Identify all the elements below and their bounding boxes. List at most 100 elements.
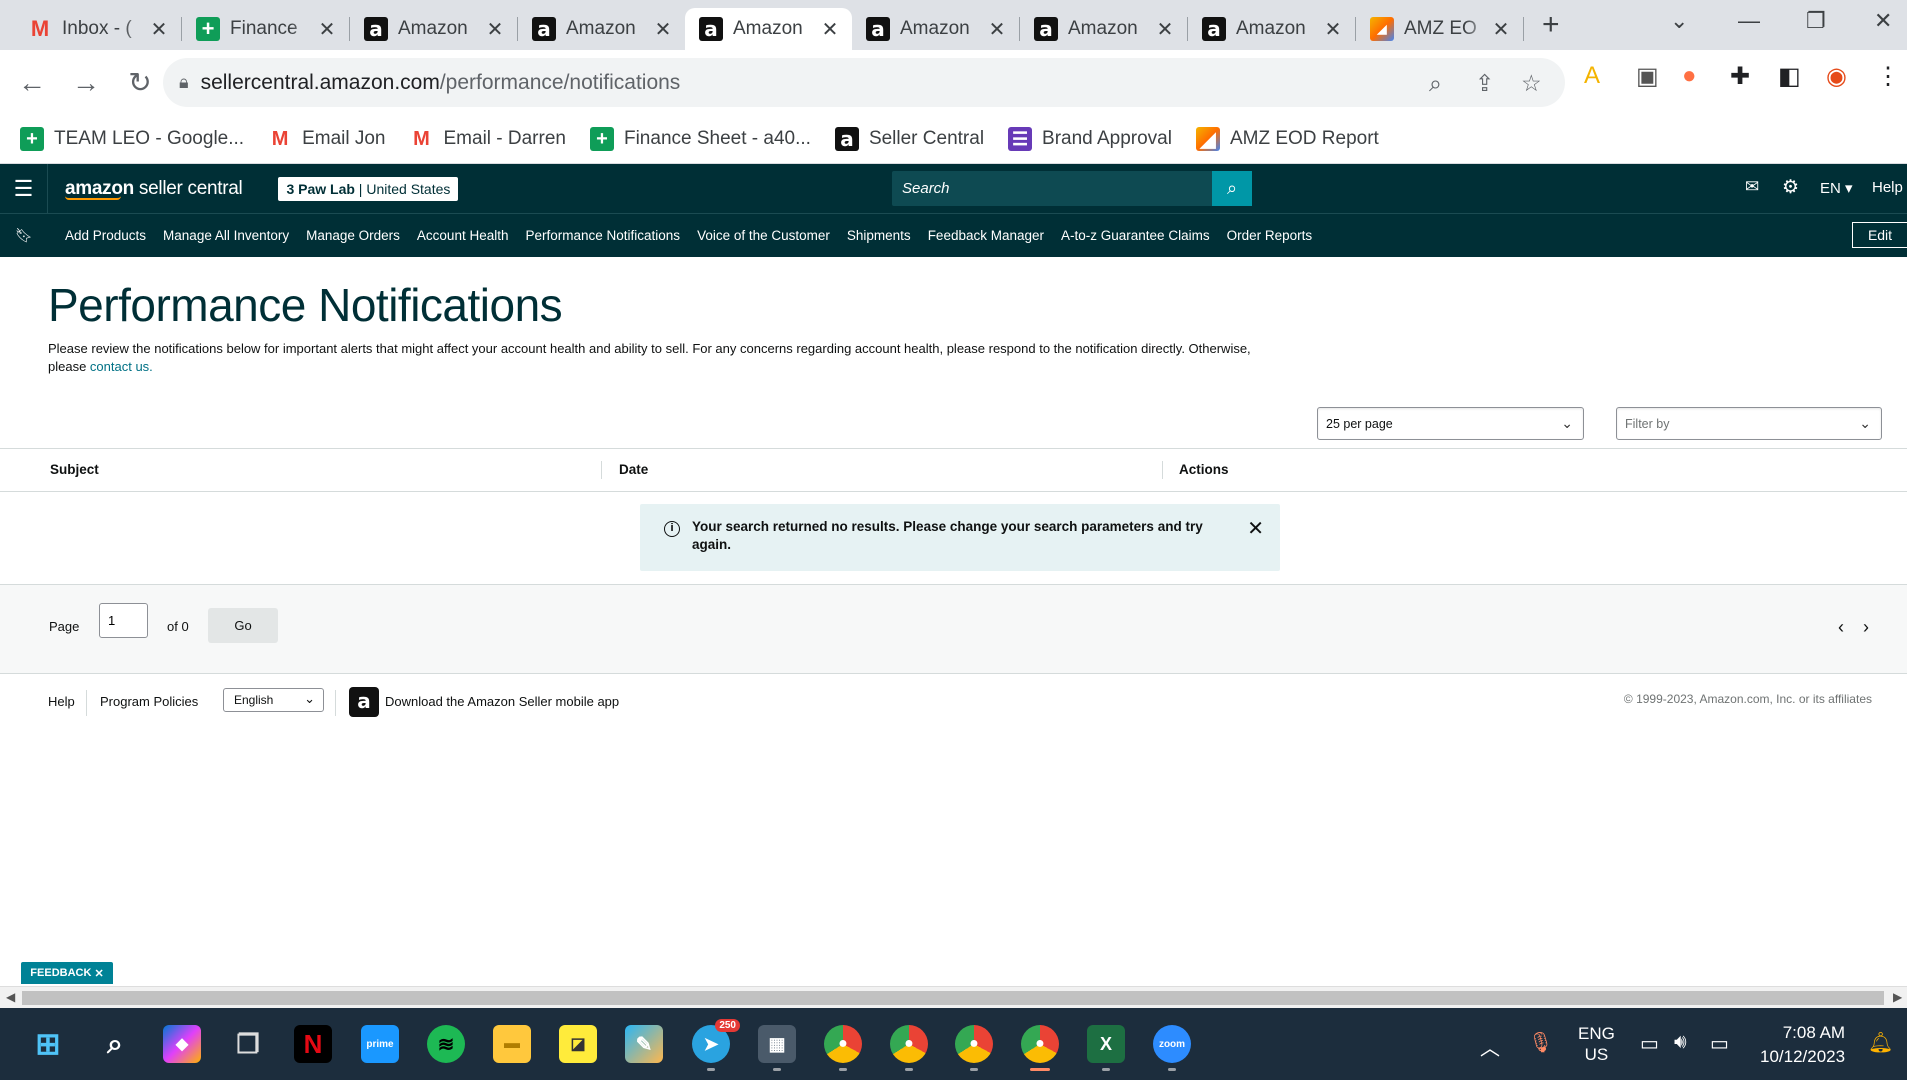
telegram-icon[interactable]: ➤ 250 (692, 1019, 740, 1063)
windows-start-icon[interactable]: ⊞ (29, 1025, 67, 1063)
nav-shipments[interactable]: Shipments (847, 228, 911, 243)
page-number-input[interactable] (99, 603, 148, 638)
profile-avatar-icon[interactable]: ◉ (1826, 62, 1847, 91)
seller-central-logo[interactable]: amazon seller central (65, 178, 243, 200)
footer-program-policies-link[interactable]: Program Policies (100, 694, 198, 709)
calculator-icon[interactable]: ▦ (758, 1025, 796, 1063)
bookmark-item[interactable]: ☰ Brand Approval (1008, 127, 1172, 151)
feedback-button[interactable]: FEEDBACK ✕ (21, 962, 113, 984)
nav-manage-orders[interactable]: Manage Orders (306, 228, 400, 243)
browser-tab[interactable]: a Amazon ✕ (350, 8, 517, 50)
close-icon[interactable]: ✕ (1491, 17, 1511, 42)
edit-nav-button[interactable]: Edit (1852, 222, 1907, 248)
volume-icon[interactable]: 🔊︎ (1674, 1031, 1687, 1054)
bookmark-item[interactable]: + TEAM LEO - Google... (20, 127, 244, 151)
search-input[interactable] (892, 171, 1212, 206)
extension-scout-icon[interactable]: A (1584, 62, 1600, 90)
paint-icon[interactable]: ✎ (625, 1025, 663, 1063)
tab-search-icon[interactable]: ⌄ (1670, 8, 1688, 34)
horizontal-scrollbar[interactable]: ◀ ▶ (0, 986, 1907, 1008)
per-page-select[interactable]: 25 per page ⌄ (1317, 407, 1584, 440)
battery-icon[interactable]: ▭ (1710, 1031, 1729, 1056)
chevron-right-icon[interactable]: › (1863, 617, 1869, 638)
lock-icon[interactable]: 🔒︎ (179, 72, 189, 93)
close-icon[interactable]: ✕ (653, 17, 673, 42)
amazon-app-icon[interactable]: a (349, 687, 379, 717)
close-icon[interactable]: ✕ (820, 17, 840, 42)
nav-a-to-z-claims[interactable]: A-to-z Guarantee Claims (1061, 228, 1210, 243)
nav-add-products[interactable]: Add Products (65, 228, 146, 243)
download-app-link[interactable]: Download the Amazon Seller mobile app (385, 694, 619, 709)
close-icon[interactable]: ✕ (1323, 17, 1343, 42)
search-icon[interactable]: ⌕ (96, 1025, 134, 1063)
restore-icon[interactable]: ❐ (1806, 8, 1826, 34)
zoom-icon[interactable]: zoom (1153, 1025, 1191, 1063)
new-tab-icon[interactable]: + (1542, 8, 1560, 42)
bookmark-item[interactable]: + Finance Sheet - a40... (589, 127, 811, 151)
browser-menu-icon[interactable]: ⋮ (1876, 62, 1900, 91)
netflix-icon[interactable]: N (294, 1025, 332, 1063)
contact-us-link[interactable]: contact us. (90, 359, 153, 374)
chrome-profile-1-icon[interactable]: ● (824, 1025, 862, 1063)
close-icon[interactable]: ✕ (94, 967, 103, 980)
spotify-icon[interactable]: ≋ (427, 1025, 465, 1063)
excel-icon[interactable]: X (1087, 1025, 1125, 1063)
browser-tab[interactable]: a Amazon ✕ (1188, 8, 1355, 50)
extensions-puzzle-icon[interactable]: ✚ (1730, 62, 1750, 91)
chrome-profile-2-icon[interactable]: ● (890, 1025, 928, 1063)
browser-tab[interactable]: ◢ AMZ EO ✕ (1356, 8, 1523, 50)
input-language-indicator[interactable]: ENG US (1578, 1023, 1615, 1065)
zoom-icon[interactable]: ⌕ (1429, 70, 1442, 97)
bookmark-item[interactable]: a Seller Central (834, 127, 984, 151)
share-icon[interactable]: ⇪ (1475, 70, 1494, 97)
chrome-profile-active-icon[interactable]: ● (1021, 1025, 1059, 1063)
file-explorer-icon[interactable]: ▬ (493, 1025, 531, 1063)
extension-circle-icon[interactable]: ● (1682, 62, 1697, 90)
bookmark-item[interactable]: M Email - Darren (410, 127, 566, 151)
network-icon[interactable]: ▭ (1640, 1031, 1659, 1056)
scrollbar-thumb[interactable] (22, 991, 1884, 1005)
copilot-icon[interactable]: ◆ (163, 1025, 201, 1063)
search-button[interactable]: ⌕ (1212, 171, 1252, 206)
minimize-icon[interactable]: — (1738, 8, 1760, 34)
reload-icon[interactable]: ↻ (118, 66, 162, 99)
nav-feedback-manager[interactable]: Feedback Manager (928, 228, 1044, 243)
bookmark-item[interactable]: ◢ AMZ EOD Report (1195, 127, 1379, 151)
chevron-up-icon[interactable]: ︿ (1480, 1032, 1500, 1061)
nav-manage-all-inventory[interactable]: Manage All Inventory (163, 228, 289, 243)
browser-tab[interactable]: + Finance ✕ (182, 8, 349, 50)
footer-language-select[interactable]: English ⌄ (223, 688, 324, 712)
store-selector[interactable]: 3 Paw Lab | United States (278, 176, 459, 201)
hamburger-menu-icon[interactable]: ☰ (0, 164, 48, 213)
window-close-icon[interactable]: ✕ (1874, 8, 1892, 34)
close-icon[interactable]: ✕ (1247, 516, 1264, 541)
notifications-bell-icon[interactable]: 🔔︎ (1868, 1030, 1893, 1055)
language-selector[interactable]: EN ▾ (1820, 179, 1853, 197)
task-view-icon[interactable]: ❐ (229, 1025, 267, 1063)
browser-tab[interactable]: a Amazon ✕ (852, 8, 1019, 50)
chrome-profile-3-icon[interactable]: ● (955, 1025, 993, 1063)
clock[interactable]: 7:08 AM 10/12/2023 (1760, 1021, 1845, 1069)
address-bar[interactable]: 🔒︎ sellercentral.amazon.com/performance/… (163, 58, 1565, 107)
microphone-icon[interactable]: 🎙︎ (1528, 1030, 1553, 1055)
scroll-left-icon[interactable]: ◀ (6, 990, 15, 1004)
bookmark-icon[interactable]: 🔖︎ (0, 227, 48, 244)
extension-off-icon[interactable]: ▣ (1636, 62, 1659, 91)
footer-help-link[interactable]: Help (48, 694, 75, 709)
nav-voice-of-the-customer[interactable]: Voice of the Customer (697, 228, 830, 243)
sticky-notes-icon[interactable]: ◪ (559, 1025, 597, 1063)
forward-icon[interactable]: → (64, 67, 108, 99)
bookmark-star-icon[interactable]: ☆ (1521, 70, 1542, 97)
close-icon[interactable]: ✕ (317, 17, 337, 42)
back-icon[interactable]: ← (10, 67, 54, 99)
close-icon[interactable]: ✕ (149, 17, 169, 42)
mail-icon[interactable]: ✉ (1745, 177, 1759, 197)
chevron-left-icon[interactable]: ‹ (1838, 617, 1844, 638)
help-link[interactable]: Help (1872, 179, 1903, 196)
nav-order-reports[interactable]: Order Reports (1227, 228, 1313, 243)
prime-video-icon[interactable]: prime (361, 1025, 399, 1063)
go-button[interactable]: Go (208, 608, 278, 643)
close-icon[interactable]: ✕ (987, 17, 1007, 42)
bookmark-item[interactable]: M Email Jon (268, 127, 386, 151)
close-icon[interactable]: ✕ (1155, 17, 1175, 42)
